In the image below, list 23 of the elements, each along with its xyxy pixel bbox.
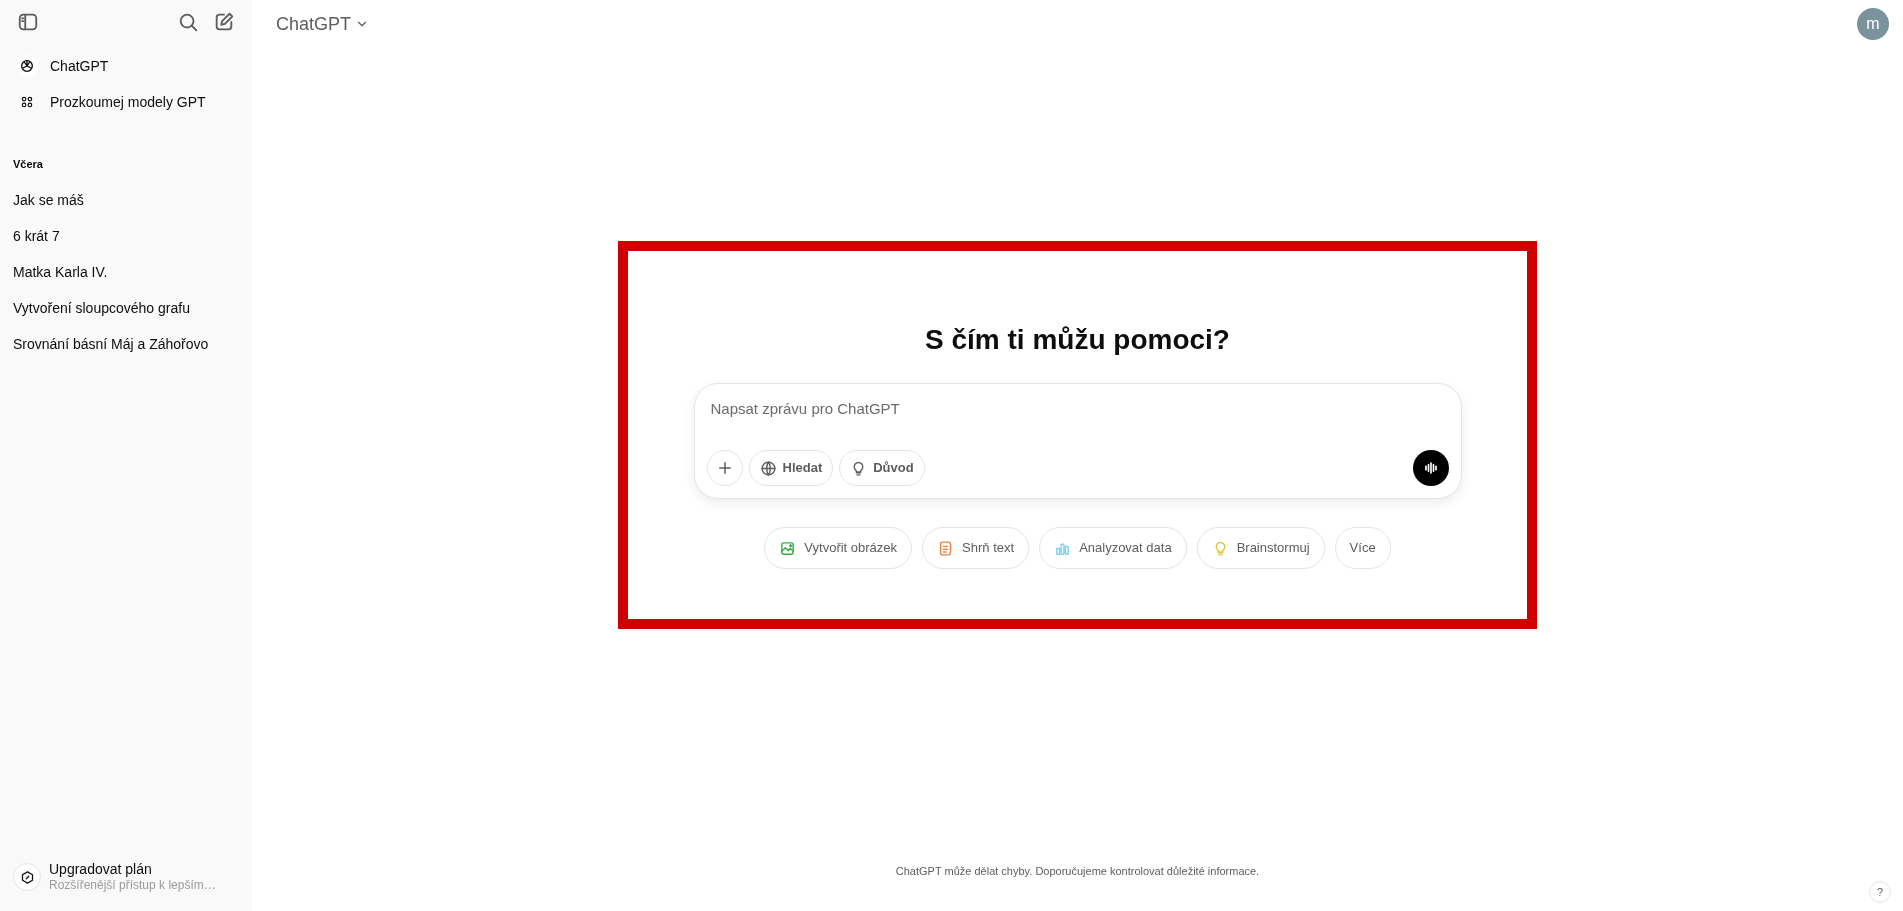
sidebar-icon bbox=[17, 11, 39, 33]
model-selector[interactable]: ChatGPT bbox=[276, 10, 370, 38]
disclaimer: ChatGPT může dělat chyby. Doporučujeme kontrolovat důležité informace. bbox=[895, 863, 1260, 879]
chat-history-item[interactable]: Jak se máš bbox=[8, 182, 244, 219]
upgrade-subtitle: Rozšířenější přístup k lepším… bbox=[49, 878, 216, 894]
sidebar-nav-item[interactable]: Prozkoumej modely GPT bbox=[8, 84, 244, 120]
hexagon-icon bbox=[19, 869, 35, 885]
section-heading: Včera bbox=[12, 157, 44, 172]
pencil-icon bbox=[213, 11, 235, 33]
message-input[interactable]: Napsat zprávu pro ChatGPT bbox=[706, 398, 1449, 421]
image-icon bbox=[779, 539, 797, 557]
upgrade-title: Upgradovat plán bbox=[49, 860, 153, 879]
globe-icon bbox=[759, 459, 777, 477]
search-icon bbox=[177, 11, 199, 33]
page-heading: S čím ti můžu pomoci? bbox=[925, 323, 1230, 357]
chat-history-item[interactable]: Vytvoření sloupcového grafu bbox=[8, 290, 244, 327]
grid-icon bbox=[20, 95, 34, 109]
chat-history-item[interactable]: Matka Karla IV. bbox=[8, 254, 244, 291]
chat-history-item[interactable]: Srovnání básní Máj a Záhořovo bbox=[8, 326, 244, 363]
upgrade-plan-item[interactable]: Upgradovat plán Rozšířenější přístup k lepším… bbox=[8, 855, 244, 899]
sidebar-nav-item[interactable]: ChatGPT bbox=[8, 48, 244, 84]
chat-history-item[interactable]: 6 krát 7 bbox=[8, 218, 244, 255]
voice-button[interactable] bbox=[1412, 450, 1449, 486]
